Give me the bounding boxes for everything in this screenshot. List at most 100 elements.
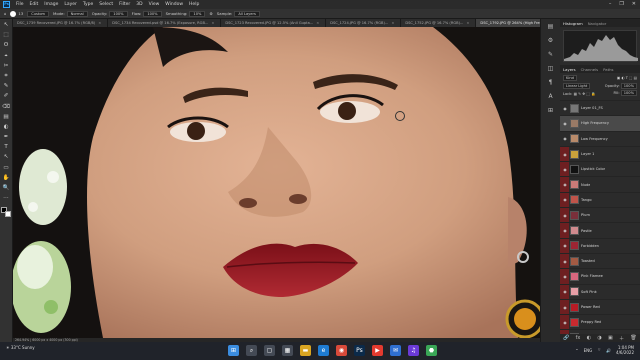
document-canvas[interactable] xyxy=(13,27,540,338)
background-color-swatch[interactable] xyxy=(5,211,11,218)
link-layers-icon[interactable]: 🔗 xyxy=(563,335,569,341)
layer-thumbnail[interactable] xyxy=(570,195,579,205)
eyedropper-tool-icon[interactable]: ✎ xyxy=(2,83,10,90)
layer-filter-kind[interactable]: Kind xyxy=(563,75,577,81)
layer-thumbnail[interactable] xyxy=(570,164,579,174)
blend-mode-dropdown[interactable]: Linear Light xyxy=(563,83,591,89)
menu-edit[interactable]: Edit xyxy=(30,2,39,7)
panel-strip-icon[interactable]: A xyxy=(546,93,555,101)
layer-row[interactable]: ◉ Layer 1 xyxy=(560,145,640,162)
marquee-tool-icon[interactable]: ⬚ xyxy=(2,32,10,39)
minimize-icon[interactable]: – xyxy=(609,1,612,7)
store-icon[interactable]: ⬣ xyxy=(426,345,437,356)
document-tab[interactable]: DSC_1792.JPG @ 264% (High Frequency, RGB… xyxy=(476,19,540,27)
more-tools-icon[interactable]: ⋯ xyxy=(2,195,10,202)
tab-histogram[interactable]: Histogram xyxy=(563,21,583,26)
layer-row[interactable]: ◉ Tango xyxy=(560,191,640,208)
menu-window[interactable]: Window xyxy=(165,2,183,7)
visibility-eye-icon[interactable]: ◉ xyxy=(562,152,568,157)
menu-filter[interactable]: Filter xyxy=(119,2,130,7)
lock-icons[interactable]: ▦ ✎ ✥ ⬚ 🔒 xyxy=(574,92,596,96)
wifi-icon[interactable]: ⌔ xyxy=(597,347,601,353)
tab-layers[interactable]: Layers xyxy=(563,67,576,72)
layer-thumbnail[interactable] xyxy=(570,271,579,281)
visibility-eye-icon[interactable]: ◉ xyxy=(562,197,568,202)
lasso-tool-icon[interactable]: ʘ xyxy=(2,42,10,49)
settings-gear-icon[interactable]: ⚙ xyxy=(209,11,212,16)
layer-thumbnail[interactable] xyxy=(570,118,579,128)
smoothing-field[interactable]: 10% xyxy=(189,10,206,17)
close-icon[interactable]: ✕ xyxy=(632,1,636,7)
layer-thumbnail[interactable] xyxy=(570,317,579,327)
menu-3d[interactable]: 3D xyxy=(136,2,142,7)
document-tab[interactable]: DSC_1723 Recovered.JPG @ 12.5% (Anil Gup… xyxy=(221,19,327,27)
frame-tool-icon[interactable]: ⌗ xyxy=(2,73,10,80)
layer-row[interactable]: ◉ Soft Pink xyxy=(560,283,640,299)
dodge-tool-icon[interactable]: ◐ xyxy=(2,124,10,131)
layer-row[interactable]: ◉ Power Red xyxy=(560,298,640,315)
search-icon[interactable]: ⌕ xyxy=(246,345,257,356)
panel-strip-icon[interactable]: ✎ xyxy=(546,51,555,59)
menu-file[interactable]: File xyxy=(16,2,24,7)
music-icon[interactable]: ♫ xyxy=(408,345,419,356)
volume-icon[interactable]: 🔊 xyxy=(606,348,611,353)
gradient-tool-icon[interactable]: ▤ xyxy=(2,114,10,121)
photoshop-taskbar-icon[interactable]: Ps xyxy=(354,345,365,356)
tab-paths[interactable]: Paths xyxy=(603,67,613,72)
adjustment-layer-icon[interactable]: ◑ xyxy=(597,335,601,341)
layer-opacity-field[interactable]: 100% xyxy=(620,82,637,89)
new-group-icon[interactable]: ▣ xyxy=(608,335,613,341)
add-mask-icon[interactable]: ◐ xyxy=(587,335,591,341)
visibility-eye-icon[interactable]: ◉ xyxy=(562,136,568,141)
layer-row[interactable]: ◉ Lipstick Color xyxy=(560,161,640,177)
panel-strip-icon[interactable]: ⚙ xyxy=(546,37,555,45)
tab-close-icon[interactable]: × xyxy=(316,19,319,27)
pen-tool-icon[interactable]: ✒ xyxy=(2,134,10,141)
maximize-icon[interactable]: ❐ xyxy=(619,1,623,7)
visibility-eye-icon[interactable]: ◉ xyxy=(562,289,568,294)
hand-tool-icon[interactable]: ✋ xyxy=(2,175,10,182)
layer-thumbnail[interactable] xyxy=(570,256,579,266)
color-swatches[interactable] xyxy=(1,207,11,218)
file-explorer-icon[interactable]: ▬ xyxy=(300,345,311,356)
visibility-eye-icon[interactable]: ◉ xyxy=(562,167,568,172)
tab-channels[interactable]: Channels xyxy=(581,67,599,72)
fx-icon[interactable]: fx xyxy=(576,335,581,341)
preset-dropdown[interactable]: Custom xyxy=(27,10,50,17)
layer-thumbnail[interactable] xyxy=(570,149,579,159)
visibility-eye-icon[interactable]: ◉ xyxy=(562,320,568,325)
layer-thumbnail[interactable] xyxy=(570,287,579,297)
rectangle-tool-icon[interactable]: ▭ xyxy=(2,165,10,172)
fill-field[interactable]: 100% xyxy=(620,90,637,96)
home-icon[interactable]: ⌂ xyxy=(4,11,6,16)
document-tab[interactable]: DSC_1752.JPG @ 16.7% (RGB)... × xyxy=(401,19,477,27)
tab-close-icon[interactable]: × xyxy=(391,19,394,27)
crop-tool-icon[interactable]: ✂ xyxy=(2,63,10,70)
layer-row[interactable]: ◉ Toasted xyxy=(560,252,640,269)
document-tab[interactable]: DSC_1724.JPG @ 16.7% (RGB)... × xyxy=(326,19,402,27)
layer-thumbnail[interactable] xyxy=(570,302,579,312)
edge-icon[interactable]: e xyxy=(318,345,329,356)
task-view-icon[interactable]: ▢ xyxy=(264,345,275,356)
tab-close-icon[interactable]: × xyxy=(466,19,469,27)
layer-row[interactable]: ◉ Preppy Red xyxy=(560,314,640,330)
visibility-eye-icon[interactable]: ◉ xyxy=(562,213,568,218)
brush-preset-picker[interactable]: 13 xyxy=(10,10,23,17)
language-indicator[interactable]: ENG xyxy=(584,348,593,353)
menu-view[interactable]: View xyxy=(149,2,160,7)
eraser-tool-icon[interactable]: ⌫ xyxy=(2,104,10,111)
layer-row[interactable]: ◉ Plum xyxy=(560,207,640,223)
panel-strip-icon[interactable]: ¶ xyxy=(546,79,555,87)
visibility-eye-icon[interactable]: ◉ xyxy=(562,259,568,264)
panel-strip-icon[interactable]: ◫ xyxy=(546,65,555,73)
layer-row[interactable]: ◉ High Frequency xyxy=(560,115,640,131)
weather-widget[interactable]: ☀ 33°C Sunny xyxy=(6,345,35,350)
document-tab[interactable]: DSC_1734 Recovered.psd @ 16.7% (Exposure… xyxy=(108,19,222,27)
layer-thumbnail[interactable] xyxy=(570,210,579,220)
sample-dropdown[interactable]: All Layers xyxy=(234,10,260,17)
menu-layer[interactable]: Layer xyxy=(64,2,77,7)
visibility-eye-icon[interactable]: ◉ xyxy=(562,228,568,233)
menu-help[interactable]: Help xyxy=(189,2,199,7)
new-layer-icon[interactable]: ＋ xyxy=(619,335,624,342)
delete-layer-icon[interactable]: 🗑 xyxy=(630,335,636,341)
